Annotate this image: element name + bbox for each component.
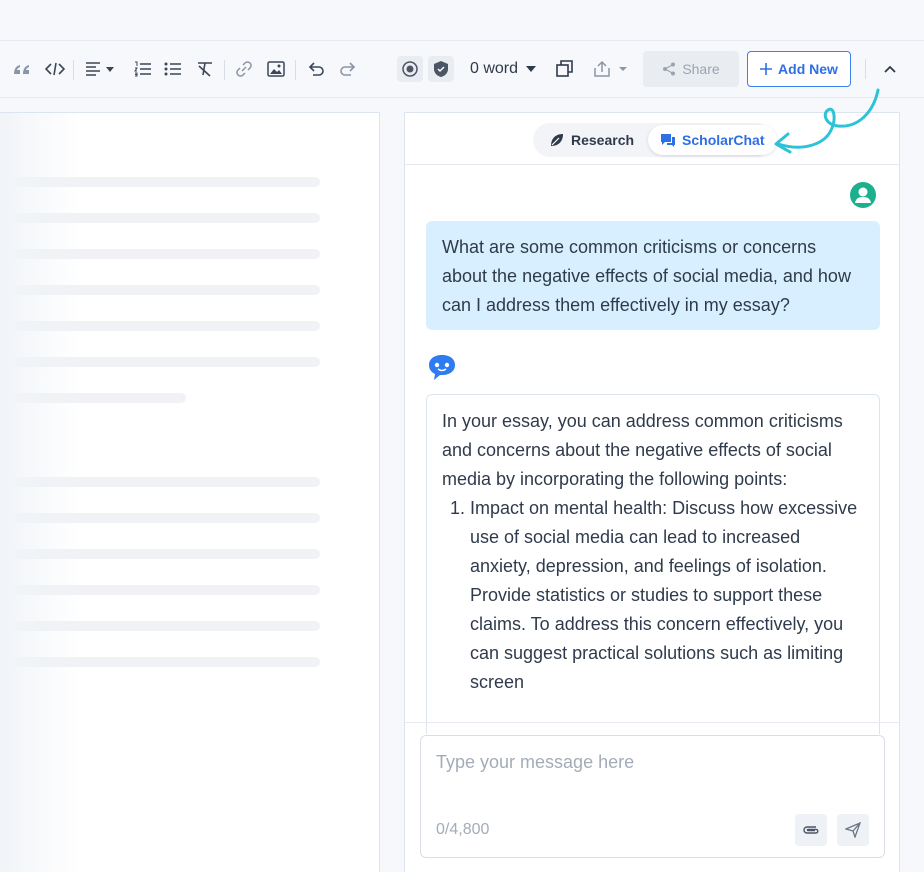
toolbar-divider xyxy=(73,60,74,80)
bot-message-list: Impact on mental health: Discuss how exc… xyxy=(470,494,864,697)
caret-down-icon xyxy=(526,66,537,72)
document-panel[interactable] xyxy=(0,112,380,872)
quote-icon[interactable] xyxy=(12,57,32,81)
redo-icon[interactable] xyxy=(339,57,357,81)
code-icon[interactable] xyxy=(45,57,65,81)
link-icon[interactable] xyxy=(235,57,253,81)
chevron-up-icon[interactable] xyxy=(884,57,896,81)
bullet-list-icon[interactable] xyxy=(164,57,182,81)
toolbar-divider xyxy=(295,60,296,80)
add-new-button[interactable]: Add New xyxy=(747,51,851,87)
tab-scholarchat-label: ScholarChat xyxy=(682,132,765,148)
toolbar-divider xyxy=(224,60,225,80)
toolbar-divider xyxy=(865,59,866,79)
user-avatar xyxy=(850,182,876,208)
chat-bubble-icon xyxy=(661,134,676,147)
share-button[interactable]: Share xyxy=(643,51,739,87)
align-left-icon[interactable] xyxy=(85,57,119,81)
bot-message-intro: In your essay, you can address common cr… xyxy=(442,411,843,489)
word-count-label: 0 word xyxy=(470,60,519,77)
image-icon[interactable] xyxy=(267,57,285,81)
export-icon[interactable] xyxy=(593,57,627,81)
shield-icon[interactable] xyxy=(428,56,454,82)
message-input[interactable] xyxy=(436,748,866,776)
bot-message-bubble: In your essay, you can address common cr… xyxy=(426,394,880,734)
leaf-icon xyxy=(551,134,563,146)
chat-panel: Research ScholarChat What are some commo… xyxy=(404,112,900,872)
tab-scholarchat[interactable]: ScholarChat xyxy=(648,125,777,155)
undo-icon[interactable] xyxy=(307,57,325,81)
copy-icon[interactable] xyxy=(556,57,574,81)
word-count-dropdown[interactable]: 0 word xyxy=(470,57,537,81)
ordered-list-icon[interactable] xyxy=(134,57,152,81)
plagiarism-icon[interactable] xyxy=(397,56,423,82)
tab-research-label: Research xyxy=(571,132,635,148)
clear-format-icon[interactable] xyxy=(196,57,214,81)
bot-avatar-icon xyxy=(427,353,457,386)
document-fade-overlay xyxy=(0,113,80,872)
mode-switcher: Research ScholarChat xyxy=(533,123,777,157)
plus-icon xyxy=(760,63,773,75)
paperclip-icon xyxy=(803,826,819,834)
send-icon xyxy=(845,822,861,838)
send-button[interactable] xyxy=(837,814,869,846)
message-composer: 0/4,800 xyxy=(420,735,885,858)
attach-button[interactable] xyxy=(795,814,827,846)
user-message-text: What are some common criticisms or conce… xyxy=(442,237,851,315)
tab-research[interactable]: Research xyxy=(533,123,648,157)
share-label: Share xyxy=(682,61,720,77)
add-new-label: Add New xyxy=(778,61,838,77)
user-message-bubble: What are some common criticisms or conce… xyxy=(426,221,880,330)
user-icon xyxy=(855,187,871,203)
char-count: 0/4,800 xyxy=(436,821,490,838)
composer-divider xyxy=(405,722,899,723)
bot-message-point: Impact on mental health: Discuss how exc… xyxy=(470,494,864,697)
decorative-arrow-icon xyxy=(774,88,880,154)
share-icon xyxy=(663,62,676,76)
